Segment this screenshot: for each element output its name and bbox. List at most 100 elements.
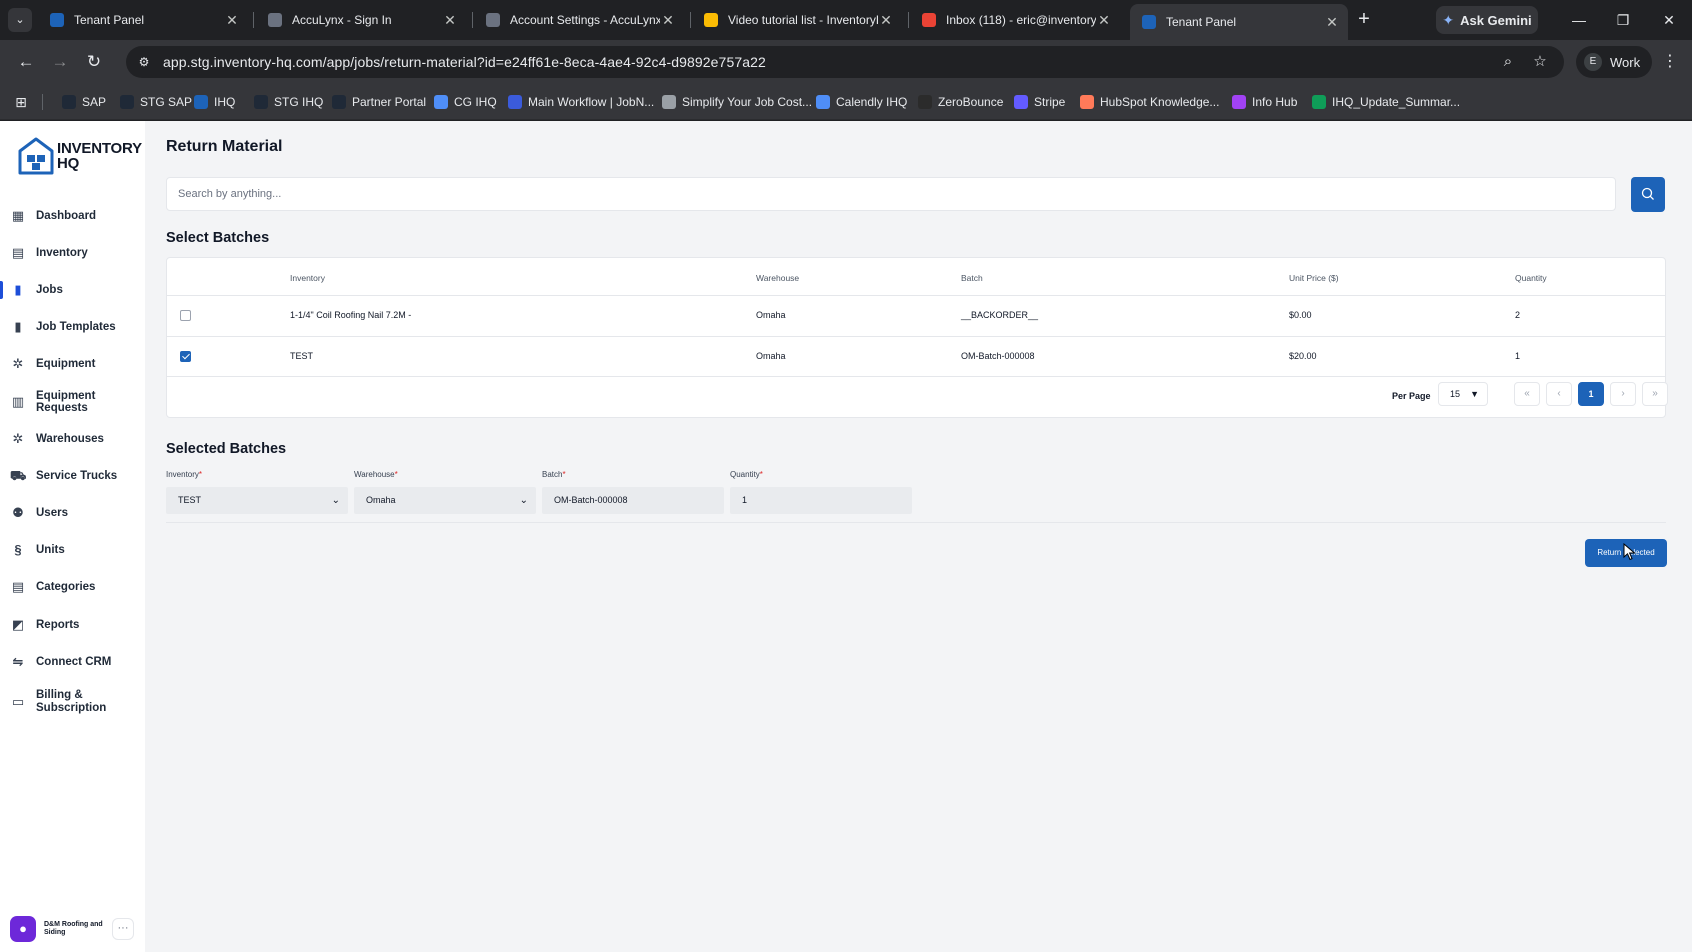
sidebar-item-inventory[interactable]: ▤ Inventory [0,238,145,268]
column-header-warehouse[interactable]: Warehouse [756,273,799,283]
sidebar-item-jobs[interactable]: ▮ Jobs [0,275,145,305]
sidebar-item-label: Equipment [36,358,96,370]
quantity-field[interactable]: 1 [730,487,912,514]
sidebar-item-warehouses[interactable]: ✲ Warehouses [0,424,145,454]
bookmark-item[interactable]: STG IHQ [254,92,323,112]
inventory-select[interactable]: TEST ⌄ [166,487,348,514]
warehouse-select[interactable]: Omaha ⌄ [354,487,536,514]
sidebar-item-label: Warehouses [36,433,104,445]
sidebar-item-billing[interactable]: ▭ Billing & Subscription [0,684,145,720]
search-button[interactable] [1631,177,1665,212]
per-page-select[interactable]: 15 ▼ [1438,382,1488,406]
close-icon[interactable]: ✕ [442,12,458,29]
browser-menu-icon[interactable]: ⋮ [1660,50,1680,74]
bookmark-label: HubSpot Knowledge... [1100,95,1220,109]
row-checkbox[interactable] [180,351,191,362]
site-info-icon[interactable]: ⚙ [136,54,152,70]
close-icon[interactable]: ✕ [660,12,676,29]
close-icon[interactable]: ✕ [878,12,894,29]
restore-icon[interactable]: ❐ [1608,8,1638,32]
sidebar-item-label: Job Templates [36,321,116,333]
last-page-button[interactable]: » [1642,382,1668,406]
bookmark-item[interactable]: IHQ_Update_Summar... [1312,92,1460,112]
new-tab-button[interactable]: + [1352,8,1376,32]
sidebar-item-connect-crm[interactable]: ⇋ Connect CRM [0,647,145,677]
sidebar-item-label: Reports [36,619,80,631]
bookmark-item[interactable]: Info Hub [1232,92,1297,112]
browser-tab[interactable]: Tenant Panel ✕ [38,6,248,34]
sidebar-item-reports[interactable]: ◩ Reports [0,610,145,640]
close-icon[interactable]: ✕ [1096,12,1112,29]
column-header-quantity[interactable]: Quantity [1515,273,1547,283]
bookmark-star-icon[interactable]: ☆ [1530,52,1550,72]
column-header-unit-price[interactable]: Unit Price ($) [1289,273,1339,283]
batch-field[interactable]: OM-Batch-000008 [542,487,724,514]
bookmark-item[interactable]: IHQ [194,92,235,112]
bookmark-item[interactable]: Stripe [1014,92,1065,112]
search-input[interactable] [167,178,1615,210]
profile-button[interactable]: E Work [1576,46,1652,78]
sidebar-item-units[interactable]: § Units [0,535,145,565]
bookmark-item[interactable]: Calendly IHQ [816,92,907,112]
zoom-icon[interactable]: ⌕ [1498,52,1518,72]
bookmark-item[interactable]: ZeroBounce [918,92,1003,112]
sidebar-item-service-trucks[interactable]: ⛟ Service Trucks [0,461,145,491]
url-text[interactable]: app.stg.inventory-hq.com/app/jobs/return… [163,54,766,70]
bookmark-item[interactable]: CG IHQ [434,92,497,112]
bookmark-item[interactable]: Partner Portal [332,92,426,112]
browser-tab[interactable]: Video tutorial list - InventoryH ✕ [692,6,902,34]
chevron-down-icon: ⌄ [519,495,528,506]
sidebar-item-label: Jobs [36,284,63,296]
tenant-avatar-icon: ● [10,916,36,942]
reload-icon[interactable]: ↻ [82,50,106,74]
apps-grid-icon[interactable]: ⊞ [12,93,30,111]
bookmark-item[interactable]: HubSpot Knowledge... [1080,92,1219,112]
browser-tab[interactable]: AccuLynx - Sign In ✕ [256,6,466,34]
sidebar-item-equipment-requests[interactable]: ▥ Equipment Requests [0,387,145,417]
ask-gemini-button[interactable]: ✦ Ask Gemini [1436,6,1538,34]
tenant-switcher[interactable]: ● D&M Roofing and Siding ··· [10,913,135,945]
sidebar-item-users[interactable]: ⚉ Users [0,498,145,528]
sidebar-item-categories[interactable]: ▤ Categories [0,572,145,602]
minimize-icon[interactable]: — [1564,8,1594,32]
close-icon[interactable]: ✕ [1324,14,1340,31]
warehouse-select-value: Omaha [366,495,396,505]
column-header-batch[interactable]: Batch [961,273,983,283]
bookmark-item[interactable]: Main Workflow | JobN... [508,92,654,112]
address-bar[interactable]: ⚙ app.stg.inventory-hq.com/app/jobs/retu… [126,46,1564,78]
sidebar-item-label: Connect CRM [36,656,112,668]
bookmark-item[interactable]: STG SAP [120,92,192,112]
prev-page-button[interactable]: ‹ [1546,382,1572,406]
bookmark-item[interactable]: Simplify Your Job Cost... [662,92,812,112]
next-page-button[interactable]: › [1610,382,1636,406]
tenant-name: D&M Roofing and Siding [44,921,103,936]
per-page-value: 15 [1450,389,1461,399]
cell-warehouse: Omaha [756,310,786,320]
logo[interactable]: INVENTORY HQ [18,137,142,177]
bookmark-label: Partner Portal [352,95,427,109]
bookmark-item[interactable]: SAP [62,92,106,112]
column-header-inventory[interactable]: Inventory [290,273,325,283]
browser-tab[interactable]: Account Settings - AccuLynx ✕ [474,6,684,34]
sidebar-item-dashboard[interactable]: ▦ Dashboard [0,201,145,231]
browser-tab-active[interactable]: Tenant Panel ✕ [1130,4,1348,40]
search-field[interactable] [166,177,1616,211]
browser-tab-bar: ⌄ Tenant Panel ✕ AccuLynx - Sign In ✕ Ac… [0,0,1692,40]
sidebar-item-job-templates[interactable]: ▮ Job Templates [0,312,145,342]
sidebar-item-equipment[interactable]: ✲ Equipment [0,349,145,379]
row-checkbox[interactable] [180,310,191,321]
more-options-icon[interactable]: ··· [112,918,134,940]
tab-favicon-icon [922,13,936,27]
table-row[interactable]: 1-1/4" Coil Roofing Nail 7.2M - Omaha __… [167,295,1665,335]
browser-tab[interactable]: Inbox (118) - eric@inventory-h ✕ [910,6,1120,34]
tab-title: Account Settings - AccuLynx [510,13,660,27]
window-close-icon[interactable]: ✕ [1654,8,1684,32]
table-row[interactable]: TEST Omaha OM-Batch-000008 $20.00 1 [167,336,1665,376]
close-icon[interactable]: ✕ [224,12,240,29]
page-1-button[interactable]: 1 [1578,382,1604,406]
back-arrow-icon[interactable]: ← [14,50,38,74]
forward-arrow-icon[interactable]: → [48,50,72,74]
sidebar: INVENTORY HQ ▦ Dashboard ▤ Inventory ▮ Jobs… [0,121,145,952]
first-page-button[interactable]: « [1514,382,1540,406]
tab-search-chevron-icon[interactable]: ⌄ [8,8,32,32]
